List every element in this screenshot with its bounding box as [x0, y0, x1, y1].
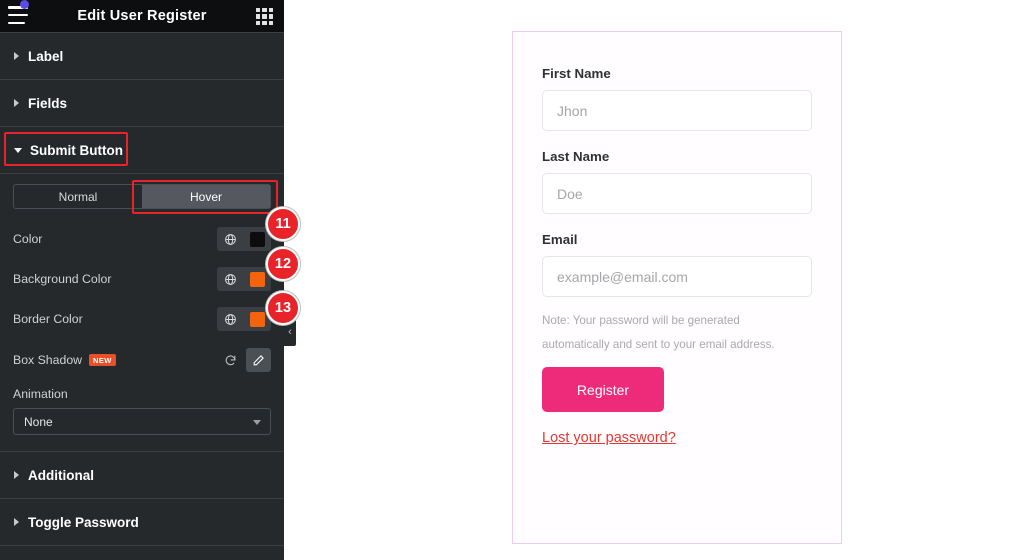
tab-hover[interactable]: Hover	[142, 185, 270, 208]
email-label: Email	[542, 232, 578, 247]
section-fields-text: Fields	[28, 95, 68, 111]
border-color-swatch	[249, 311, 265, 327]
control-color: Color	[13, 227, 271, 251]
globe-icon[interactable]	[217, 307, 243, 331]
first-name-input[interactable]	[542, 90, 812, 131]
password-note-line-1: Note: Your password will be generated	[542, 314, 740, 327]
control-background-color: Background Color	[13, 267, 271, 291]
section-label[interactable]: Label	[0, 33, 284, 80]
background-color-swatch	[249, 271, 265, 287]
password-note-line-2: automatically and sent to your email add…	[542, 338, 775, 352]
section-fields[interactable]: Fields	[0, 80, 284, 127]
control-border-color: Border Color	[13, 307, 271, 331]
step-badge-12: 12	[266, 247, 300, 281]
control-background-color-label: Background Color	[13, 272, 112, 286]
background-color-control-group	[217, 267, 271, 291]
chevron-right-icon	[14, 518, 19, 526]
lost-password-link[interactable]: Lost your password?	[542, 430, 676, 446]
panel-title: Edit User Register	[77, 8, 207, 24]
control-box-shadow-label: Box Shadow	[13, 353, 83, 367]
section-toggle-password[interactable]: Toggle Password	[0, 499, 284, 546]
globe-icon[interactable]	[217, 267, 243, 291]
color-control-group	[217, 227, 271, 251]
chevron-down-icon	[253, 420, 261, 425]
new-badge: NEW	[89, 354, 116, 366]
reset-icon[interactable]	[220, 350, 240, 370]
email-input[interactable]	[542, 256, 812, 297]
step-badge-11: 11	[266, 207, 300, 241]
notification-dot-icon	[20, 0, 29, 9]
control-color-label: Color	[13, 232, 43, 246]
section-toggle-password-text: Toggle Password	[28, 514, 139, 530]
animation-select-value: None	[24, 414, 53, 429]
app-root: Edit User Register Label Fields Submit B…	[0, 0, 1024, 560]
control-border-color-label: Border Color	[13, 312, 83, 326]
control-animation-label: Animation	[13, 387, 68, 401]
submit-button-settings: Normal Hover Color Background Color Bord…	[0, 174, 284, 452]
globe-icon[interactable]	[217, 227, 243, 251]
color-swatch	[249, 231, 265, 247]
step-badge-13: 13	[266, 291, 300, 325]
state-tabs: Normal Hover	[13, 180, 278, 214]
section-additional[interactable]: Additional	[0, 452, 284, 499]
last-name-label: Last Name	[542, 149, 610, 164]
tab-normal[interactable]: Normal	[14, 185, 142, 208]
chevron-right-icon	[14, 471, 19, 479]
register-button[interactable]: Register	[542, 367, 664, 413]
chevron-left-icon: ‹	[288, 326, 292, 338]
section-additional-text: Additional	[28, 467, 94, 483]
first-name-label: First Name	[542, 66, 611, 81]
grid-icon[interactable]	[256, 8, 273, 25]
section-label-text: Label	[28, 48, 64, 64]
user-register-form-card: First Name Last Name Email Note: Your pa…	[512, 31, 842, 544]
pencil-icon[interactable]	[246, 348, 271, 372]
editor-sidebar-panel: Edit User Register Label Fields Submit B…	[0, 0, 284, 560]
control-box-shadow: Box Shadow NEW	[13, 347, 271, 373]
border-color-control-group	[217, 307, 271, 331]
animation-select[interactable]: None	[13, 408, 271, 435]
section-submit-button[interactable]: Submit Button	[0, 127, 284, 174]
section-submit-button-text: Submit Button	[30, 142, 123, 158]
chevron-right-icon	[14, 99, 19, 107]
chevron-right-icon	[14, 52, 19, 60]
last-name-input[interactable]	[542, 173, 812, 214]
chevron-down-icon	[14, 147, 22, 153]
panel-header: Edit User Register	[0, 0, 284, 33]
preview-canvas: First Name Last Name Email Note: Your pa…	[284, 0, 1024, 560]
